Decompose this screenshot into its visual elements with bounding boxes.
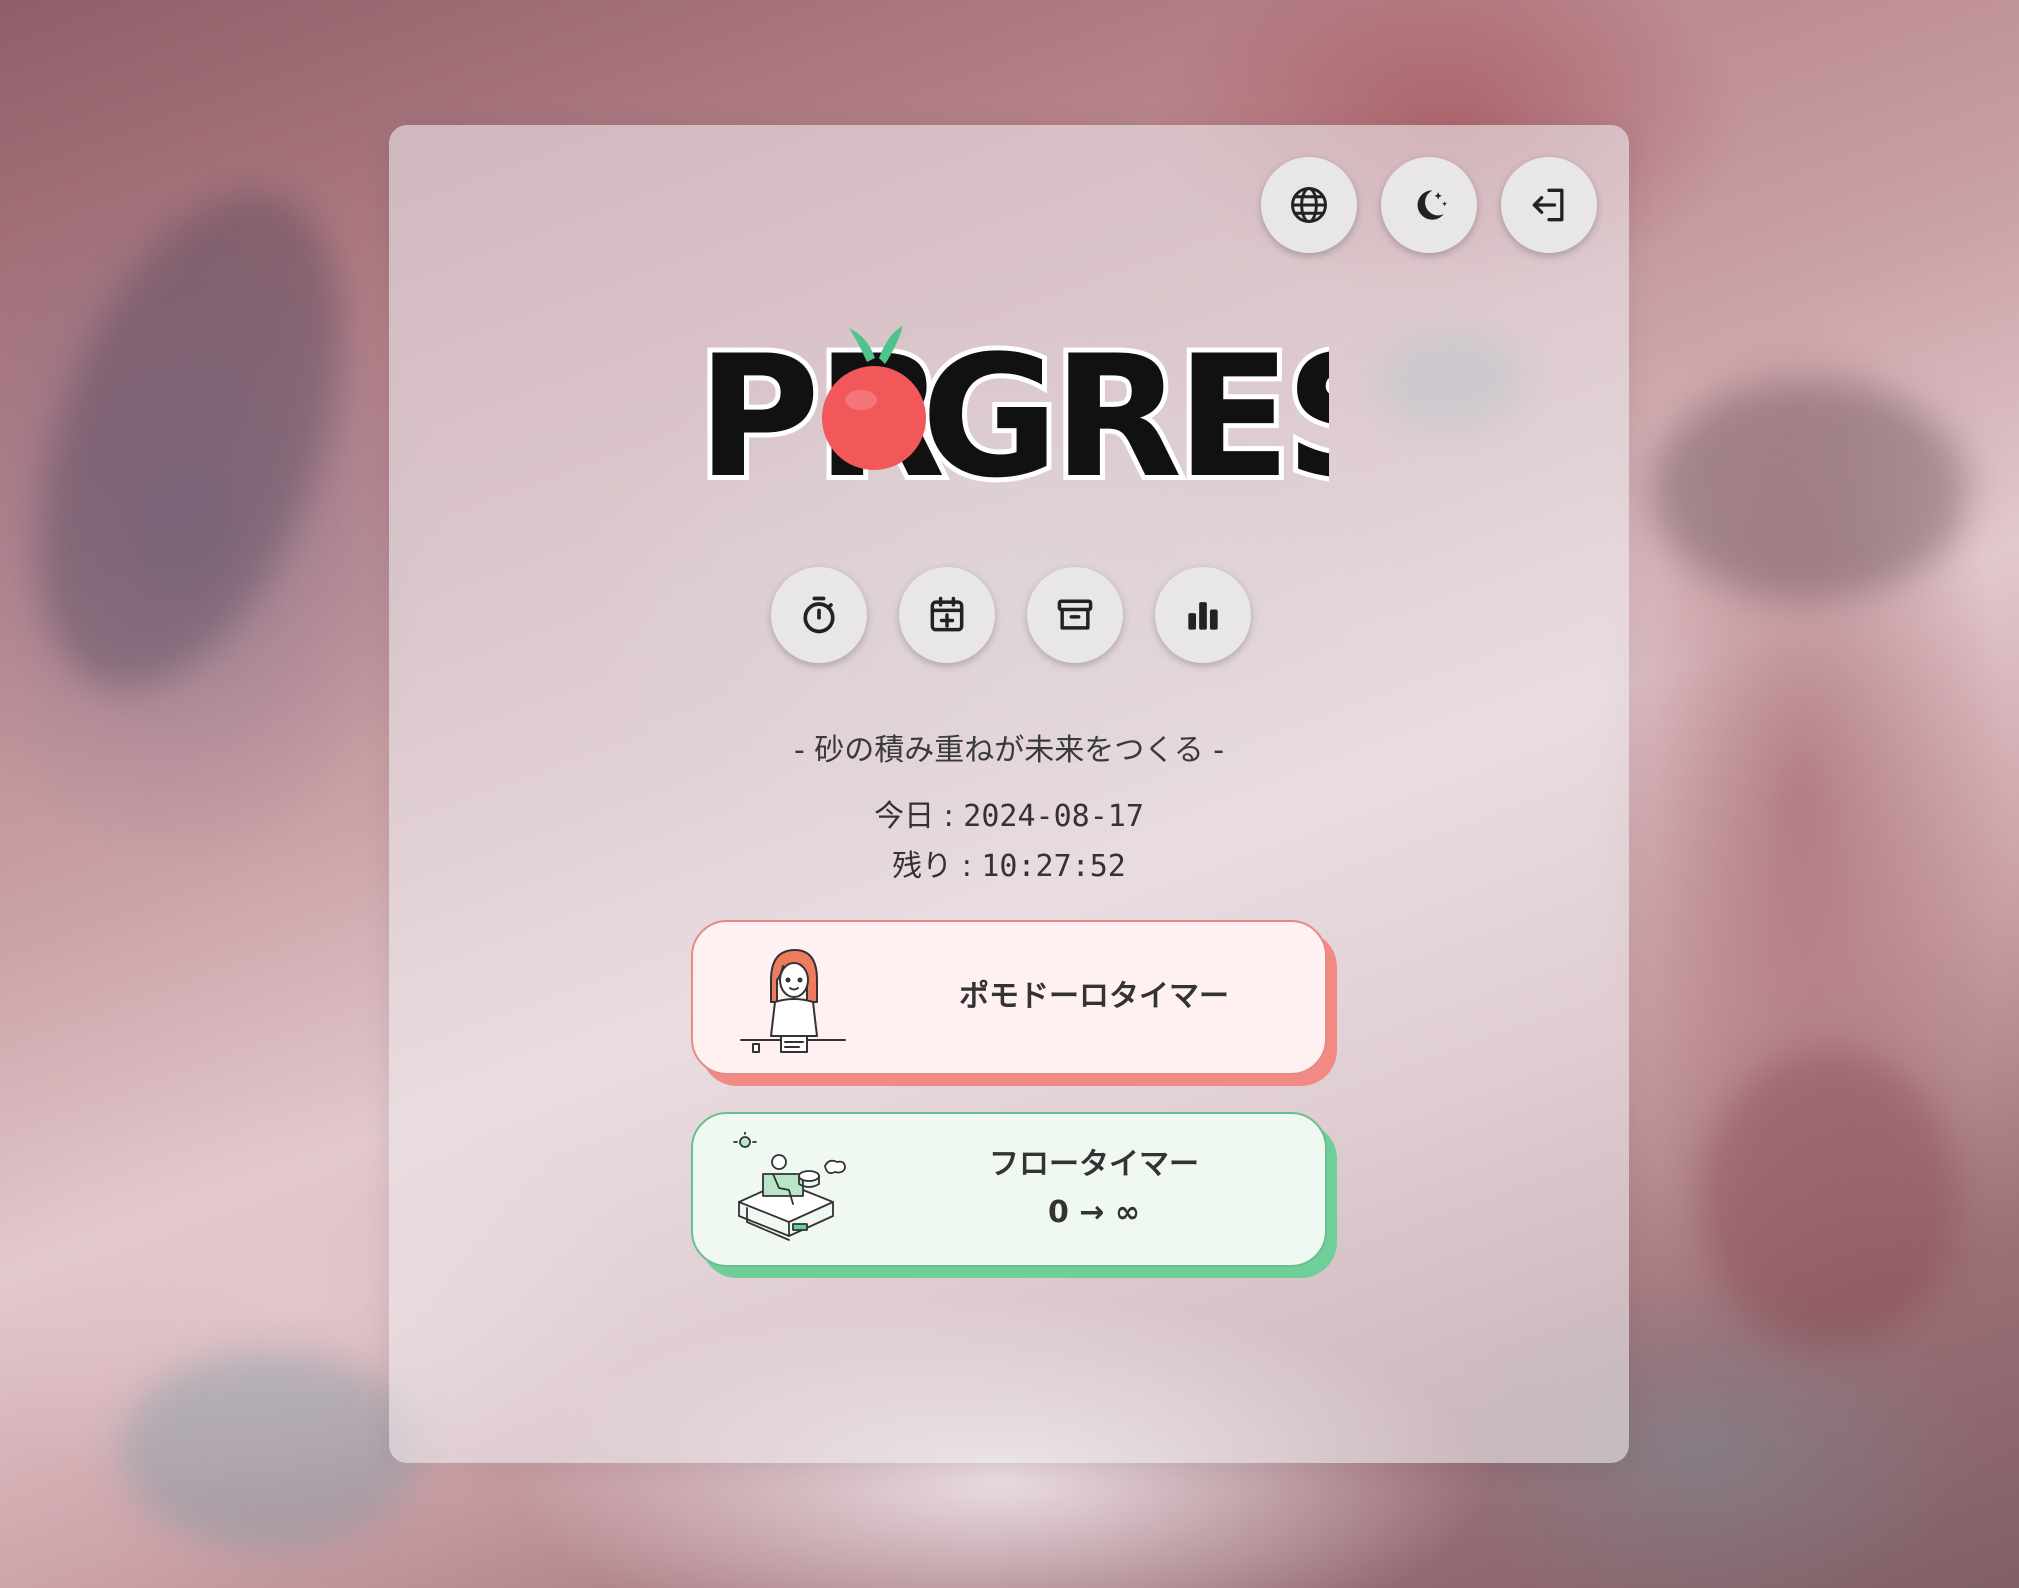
language-button[interactable]: [1261, 157, 1357, 253]
logout-icon: [1532, 188, 1564, 222]
person-relaxing-illustration: [733, 1132, 846, 1241]
main-panel: PR GRESS: [389, 125, 1629, 1463]
person-working-illustration: [740, 949, 846, 1053]
flow-timer-card[interactable]: フロータイマー 0 → ∞: [691, 1112, 1327, 1267]
archive-nav-button[interactable]: [1027, 567, 1123, 663]
calendar-plus-icon: [930, 596, 964, 632]
bar-chart-icon: [1188, 602, 1218, 630]
calendar-nav-button[interactable]: [899, 567, 995, 663]
remaining-line: 残り : 10:27:52: [389, 841, 1629, 885]
theme-toggle-button[interactable]: [1381, 157, 1477, 253]
today-date: 2024-08-17: [963, 799, 1144, 834]
remaining-time: 10:27:52: [981, 849, 1126, 884]
stats-nav-button[interactable]: [1155, 567, 1251, 663]
motto-text: - 砂の積み重ねが未来をつくる -: [793, 733, 1225, 768]
archive-icon: [1057, 599, 1093, 630]
flow-timer-sub-label: 0 → ∞: [1048, 1195, 1140, 1230]
logout-button[interactable]: [1501, 157, 1597, 253]
timer-nav-button[interactable]: [771, 567, 867, 663]
stopwatch-icon: [803, 596, 835, 634]
remaining-label: 残り :: [892, 849, 982, 884]
progress-logo: PR GRESS: [692, 314, 1329, 500]
today-line: 今日 : 2024-08-17: [389, 791, 1629, 835]
pomodoro-timer-card[interactable]: ポモドーロタイマー: [691, 920, 1327, 1075]
today-label: 今日 :: [874, 799, 964, 834]
pomodoro-timer-label: ポモドーロタイマー: [959, 979, 1229, 1014]
globe-icon: [1291, 187, 1327, 223]
flow-timer-label: フロータイマー: [989, 1147, 1199, 1182]
svg-text:GRESS: GRESS: [921, 319, 1329, 500]
moon-stars-icon: [1417, 190, 1447, 220]
